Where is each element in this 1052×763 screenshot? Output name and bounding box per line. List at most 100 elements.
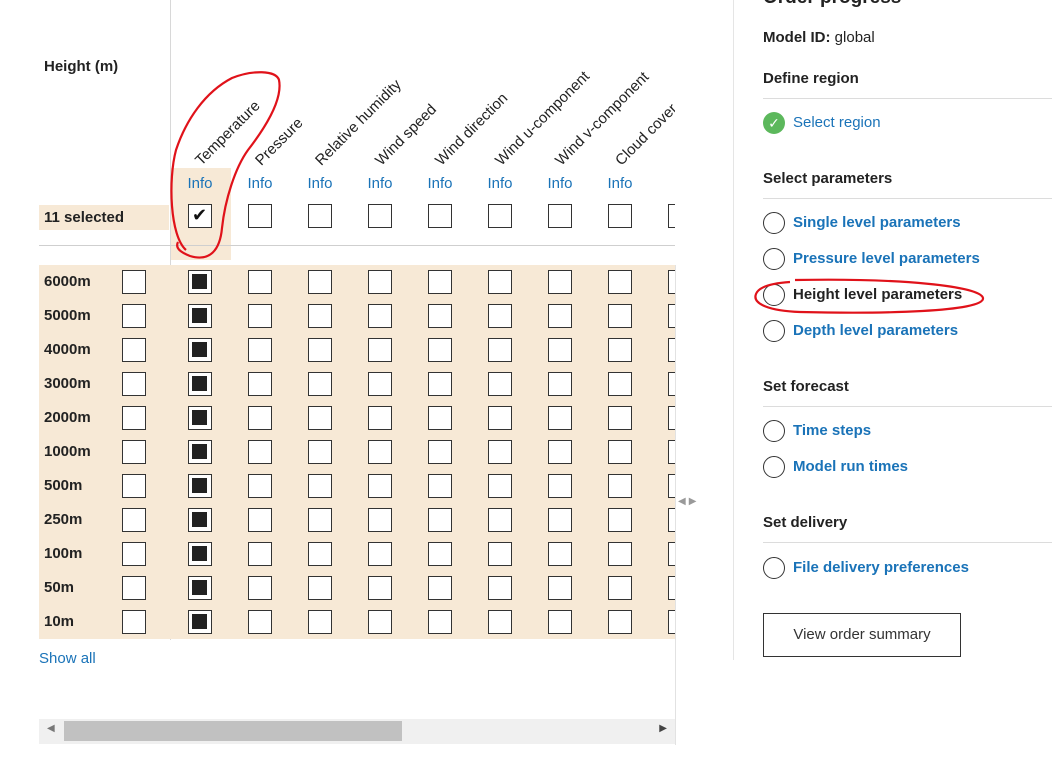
grid-checkbox[interactable] — [188, 576, 212, 600]
select-all-checkbox[interactable] — [428, 204, 452, 228]
grid-checkbox[interactable] — [188, 508, 212, 532]
grid-checkbox[interactable] — [548, 372, 572, 396]
grid-checkbox[interactable] — [428, 440, 452, 464]
grid-checkbox[interactable] — [188, 610, 212, 634]
info-link[interactable]: Info — [300, 175, 340, 192]
grid-checkbox[interactable] — [188, 270, 212, 294]
step-option-label[interactable]: Height level parameters — [793, 286, 962, 303]
grid-checkbox[interactable] — [608, 542, 632, 566]
grid-checkbox[interactable] — [548, 338, 572, 362]
grid-checkbox[interactable] — [668, 576, 675, 600]
info-link[interactable]: Info — [180, 175, 220, 192]
grid-checkbox[interactable] — [428, 542, 452, 566]
grid-checkbox[interactable] — [308, 338, 332, 362]
select-all-checkbox[interactable]: ✔ — [188, 204, 212, 228]
grid-checkbox[interactable] — [248, 406, 272, 430]
select-all-checkbox[interactable] — [248, 204, 272, 228]
grid-checkbox[interactable] — [488, 338, 512, 362]
grid-checkbox[interactable] — [548, 576, 572, 600]
grid-checkbox[interactable] — [248, 576, 272, 600]
info-link[interactable]: Info — [540, 175, 580, 192]
grid-checkbox[interactable] — [428, 270, 452, 294]
scroll-right-arrow-icon[interactable]: ▶ — [659, 723, 667, 734]
radio-icon[interactable] — [763, 320, 785, 342]
grid-checkbox[interactable] — [488, 508, 512, 532]
grid-checkbox[interactable] — [308, 304, 332, 328]
grid-checkbox[interactable] — [608, 270, 632, 294]
grid-checkbox[interactable] — [608, 304, 632, 328]
grid-checkbox[interactable] — [488, 542, 512, 566]
grid-checkbox[interactable] — [308, 508, 332, 532]
radio-icon[interactable] — [763, 420, 785, 442]
grid-checkbox[interactable] — [308, 610, 332, 634]
height-row-checkbox[interactable] — [122, 372, 146, 396]
grid-checkbox[interactable] — [368, 440, 392, 464]
radio-icon[interactable] — [763, 557, 785, 579]
info-link[interactable]: Info — [480, 175, 520, 192]
grid-checkbox[interactable] — [668, 474, 675, 498]
grid-checkbox[interactable] — [668, 372, 675, 396]
height-row-checkbox[interactable] — [122, 270, 146, 294]
grid-checkbox[interactable] — [668, 270, 675, 294]
grid-checkbox[interactable] — [608, 610, 632, 634]
grid-checkbox[interactable] — [668, 440, 675, 464]
grid-checkbox[interactable] — [368, 542, 392, 566]
step-option-label[interactable]: Pressure level parameters — [793, 250, 980, 267]
step-option-label[interactable]: Depth level parameters — [793, 322, 958, 339]
grid-checkbox[interactable] — [548, 270, 572, 294]
grid-checkbox[interactable] — [248, 474, 272, 498]
grid-checkbox[interactable] — [488, 270, 512, 294]
radio-icon[interactable] — [763, 284, 785, 306]
radio-icon[interactable] — [763, 212, 785, 234]
grid-checkbox[interactable] — [308, 576, 332, 600]
grid-checkbox[interactable] — [488, 474, 512, 498]
select-all-checkbox[interactable] — [668, 204, 675, 228]
grid-checkbox[interactable] — [608, 372, 632, 396]
height-row-checkbox[interactable] — [122, 406, 146, 430]
grid-checkbox[interactable] — [488, 576, 512, 600]
info-link[interactable]: Info — [240, 175, 280, 192]
grid-checkbox[interactable] — [248, 304, 272, 328]
info-link[interactable]: Info — [420, 175, 460, 192]
scroll-left-arrow-icon[interactable]: ◀ — [47, 723, 55, 734]
grid-checkbox[interactable] — [308, 372, 332, 396]
grid-checkbox[interactable] — [608, 576, 632, 600]
grid-checkbox[interactable] — [188, 304, 212, 328]
grid-checkbox[interactable] — [548, 474, 572, 498]
grid-checkbox[interactable] — [668, 610, 675, 634]
grid-checkbox[interactable] — [668, 508, 675, 532]
show-all-link[interactable]: Show all — [39, 650, 96, 667]
grid-checkbox[interactable] — [308, 542, 332, 566]
grid-checkbox[interactable] — [308, 270, 332, 294]
grid-checkbox[interactable] — [368, 270, 392, 294]
grid-checkbox[interactable] — [488, 372, 512, 396]
grid-checkbox[interactable] — [608, 440, 632, 464]
grid-checkbox[interactable] — [188, 440, 212, 464]
height-row-checkbox[interactable] — [122, 304, 146, 328]
view-order-summary-button[interactable]: View order summary — [763, 613, 961, 657]
grid-checkbox[interactable] — [668, 304, 675, 328]
select-all-checkbox[interactable] — [548, 204, 572, 228]
grid-checkbox[interactable] — [608, 508, 632, 532]
grid-checkbox[interactable] — [188, 338, 212, 362]
select-all-checkbox[interactable] — [608, 204, 632, 228]
grid-checkbox[interactable] — [608, 474, 632, 498]
grid-checkbox[interactable] — [248, 270, 272, 294]
grid-checkbox[interactable] — [368, 338, 392, 362]
grid-checkbox[interactable] — [248, 372, 272, 396]
grid-checkbox[interactable] — [608, 338, 632, 362]
grid-checkbox[interactable] — [248, 542, 272, 566]
grid-checkbox[interactable] — [428, 576, 452, 600]
grid-checkbox[interactable] — [548, 304, 572, 328]
grid-checkbox[interactable] — [188, 542, 212, 566]
splitter-arrows-icon[interactable]: ◀▶ — [678, 496, 699, 507]
grid-checkbox[interactable] — [188, 406, 212, 430]
horizontal-scrollbar[interactable]: ◀ ▶ — [39, 719, 675, 744]
height-row-checkbox[interactable] — [122, 508, 146, 532]
height-row-checkbox[interactable] — [122, 474, 146, 498]
info-link[interactable]: In — [660, 175, 675, 192]
scrollbar-thumb[interactable] — [64, 721, 402, 741]
grid-checkbox[interactable] — [548, 440, 572, 464]
grid-checkbox[interactable] — [428, 406, 452, 430]
grid-checkbox[interactable] — [488, 440, 512, 464]
